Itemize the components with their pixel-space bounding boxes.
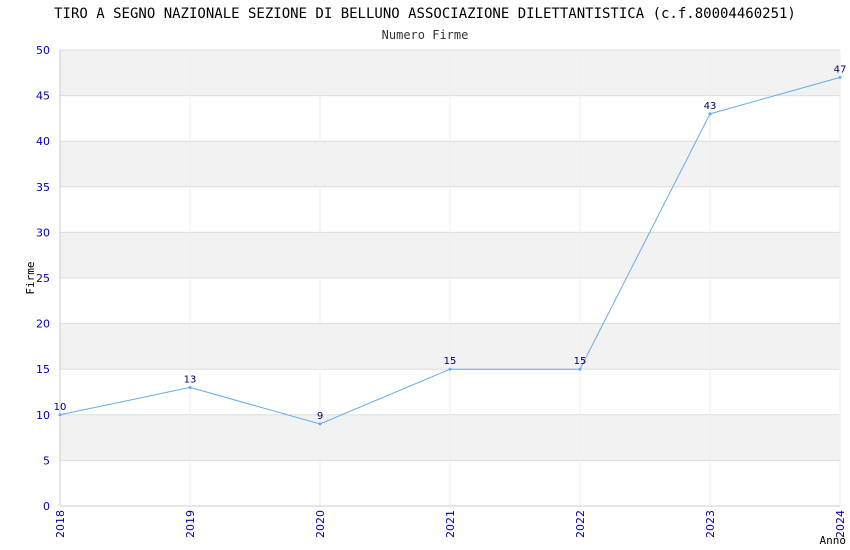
data-point <box>448 367 452 371</box>
x-tick-label: 2020 <box>314 510 327 538</box>
data-point <box>58 413 62 417</box>
data-point <box>838 75 842 79</box>
x-tick-label: 2022 <box>574 510 587 538</box>
y-tick-label: 10 <box>36 409 50 422</box>
line-chart: 0 5 10 15 20 25 30 35 40 45 50 2018 2019 2020 2021 202… <box>24 44 847 547</box>
data-point <box>188 385 192 389</box>
y-tick-label: 15 <box>36 363 50 376</box>
y-tick-label: 45 <box>36 90 50 103</box>
y-tick-label: 25 <box>36 272 50 285</box>
data-label: 13 <box>184 374 197 385</box>
data-label: 10 <box>54 402 67 413</box>
data-label: 47 <box>834 64 847 75</box>
data-label: 9 <box>317 411 323 422</box>
x-tick-label: 2023 <box>704 510 717 538</box>
y-axis-label: Firme <box>24 261 37 294</box>
x-tick-label: 2018 <box>54 510 67 538</box>
data-label: 15 <box>444 356 457 367</box>
y-tick-label: 35 <box>36 181 50 194</box>
data-point <box>318 422 322 426</box>
y-tick-label: 40 <box>36 135 50 148</box>
y-tick-label: 50 <box>36 44 50 57</box>
x-axis-label: Anno <box>820 534 847 547</box>
data-label: 43 <box>704 101 717 112</box>
y-tick-labels: 0 5 10 15 20 25 30 35 40 45 50 <box>36 44 50 513</box>
data-label: 15 <box>574 356 587 367</box>
y-tick-label: 5 <box>43 454 50 467</box>
data-point <box>708 112 712 116</box>
y-tick-label: 0 <box>43 500 50 513</box>
y-tick-label: 20 <box>36 318 50 331</box>
x-tick-label: 2021 <box>444 510 457 538</box>
y-tick-label: 30 <box>36 226 50 239</box>
data-point <box>578 367 582 371</box>
x-tick-labels: 2018 2019 2020 2021 2022 2023 2024 <box>54 510 847 538</box>
x-tick-label: 2019 <box>184 510 197 538</box>
